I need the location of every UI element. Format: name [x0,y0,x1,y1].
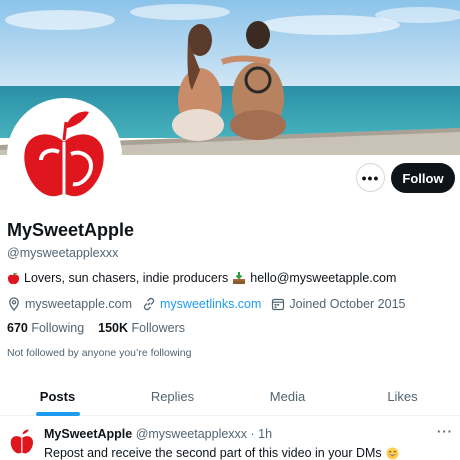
tweet-avatar[interactable] [7,427,37,457]
location-icon [9,297,19,311]
tab-replies[interactable]: Replies [115,378,230,415]
tweet-header: MySweetApple @mysweetapplexxx · 1h [44,427,272,441]
tab-label: Media [269,389,306,404]
followers-count: 150K [98,321,129,335]
follow-button[interactable]: Follow [391,163,455,193]
bio-text: Lovers, sun chasers, indie producers [24,271,229,285]
apple-logo-icon [7,427,37,457]
tab-label: Likes [387,389,418,404]
tweet[interactable]: MySweetApple @mysweetapplexxx · 1h ··· R… [0,418,460,460]
apple-emoji-icon [7,272,20,284]
tab-label: Posts [39,389,76,404]
tweet-body: Repost and receive the second part of th… [44,446,382,460]
tweet-text: Repost and receive the second part of th… [44,446,399,460]
tab-posts[interactable]: Posts [0,378,115,416]
follow-counts: 670 Following 150K Followers [7,321,185,335]
tab-label: Replies [150,389,195,404]
tab-media[interactable]: Media [230,378,345,415]
inbox-tray-emoji-icon [233,271,246,284]
followers-link[interactable]: 150K Followers [98,321,185,335]
active-tab-indicator [35,412,80,416]
following-label: Following [31,321,85,335]
profile-handle: @mysweetapplexxx [7,246,119,260]
followers-label: Followers [131,321,186,335]
bio-email-link[interactable]: hello@mysweetapple.com [250,271,396,285]
grin-emoji-icon [386,446,399,460]
tab-likes[interactable]: Likes [345,378,460,415]
following-count: 670 [7,321,28,335]
profile-tabs: Posts Replies Media Likes [0,378,460,416]
website-text: mysweetapple.com [25,297,132,311]
following-link[interactable]: 670 Following [7,321,84,335]
link-item[interactable]: mysweetlinks.com [142,297,261,311]
calendar-icon [272,298,285,311]
tweet-author-name[interactable]: MySweetApple [44,427,132,441]
profile-meta: mysweetapple.com mysweetlinks.com Joined… [7,297,415,311]
profile-name: MySweetApple [7,220,135,240]
profile-bio: Lovers, sun chasers, indie producers hel… [7,271,396,285]
apple-logo-icon [11,102,118,209]
not-followed-note: Not followed by anyone you’re following [7,347,192,359]
profile-avatar[interactable] [7,98,122,213]
joined-text: Joined October 2015 [289,297,406,311]
website-item: mysweetapple.com [7,297,132,311]
tweet-author-meta: @mysweetapplexxx · 1h [135,427,273,441]
joined-item: Joined October 2015 [271,297,405,311]
tweet-more-button[interactable]: ··· [437,424,453,439]
profile-link[interactable]: mysweetlinks.com [160,297,261,311]
link-icon [143,297,155,311]
more-icon: ••• [361,169,380,186]
more-options-button[interactable]: ••• [356,163,385,192]
